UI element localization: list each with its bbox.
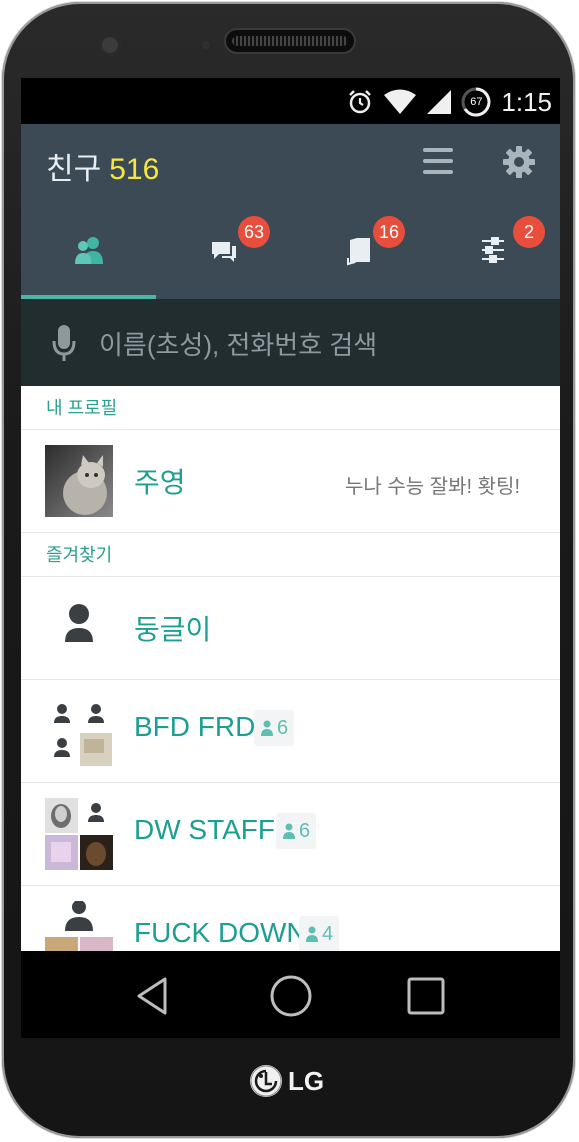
profile-name: 주영 — [134, 467, 186, 498]
sensor-dot — [202, 41, 210, 49]
list-item[interactable]: DW STAFF 6 — [21, 783, 560, 886]
member-count-badge: 6 — [254, 710, 295, 746]
person-icon — [261, 720, 273, 736]
search-input[interactable]: 이름(초성), 전화번호 검색 — [99, 325, 377, 362]
list-item[interactable]: 둥글이 — [21, 577, 560, 680]
lg-logo: LG — [250, 1065, 324, 1097]
title-label: 친구 — [46, 153, 102, 186]
back-button[interactable] — [129, 971, 179, 1021]
list-item[interactable]: BFD FRD 6 — [21, 680, 560, 783]
gear-icon — [503, 146, 535, 178]
tab-more[interactable]: 2 — [425, 216, 559, 299]
friend-count: 516 — [109, 153, 160, 186]
phone-frame: 67 1:15 친구 516 63 16 2 이름(초성), 전화번호 검색 내… — [2, 2, 575, 1138]
lg-logo-icon — [250, 1065, 282, 1097]
member-count-badge: 4 — [299, 916, 340, 951]
status-bar: 67 1:15 — [21, 78, 560, 124]
member-count: 6 — [277, 717, 289, 739]
person-icon — [283, 823, 295, 839]
front-camera — [99, 34, 121, 56]
tab-bar: 63 16 2 — [21, 216, 560, 299]
person-icon — [306, 926, 318, 942]
menu-button[interactable] — [423, 148, 453, 180]
wifi-icon — [384, 89, 417, 114]
member-count: 6 — [299, 820, 311, 842]
section-favorites: 즐겨찾기 — [21, 533, 560, 577]
favorite-name: 둥글이 — [134, 614, 212, 645]
favorite-name: BFD FRD — [134, 711, 256, 742]
member-count: 4 — [322, 923, 334, 945]
friend-list: 내 프로필 주영 누나 수능 잘봐! 홧팅! 즐겨찾기 둥글이 BFD FRD … — [21, 386, 560, 951]
menu-icon — [423, 148, 453, 174]
app-header: 친구 516 63 16 2 — [21, 124, 560, 299]
signal-icon — [427, 90, 452, 114]
book-icon — [347, 238, 370, 266]
home-icon — [270, 975, 312, 1017]
my-profile-row[interactable]: 주영 누나 수능 잘봐! 홧팅! — [21, 430, 560, 533]
tab-friends[interactable] — [21, 216, 156, 299]
channel-badge: 16 — [373, 216, 405, 248]
chats-badge: 63 — [238, 216, 270, 248]
group-avatar — [45, 798, 113, 870]
profile-photo-avatar[interactable] — [45, 445, 113, 517]
settings-button[interactable] — [501, 144, 537, 180]
status-message: 누나 수능 잘봐! 홧팅! — [345, 476, 520, 498]
page-title: 친구 516 — [46, 144, 159, 188]
section-my-profile: 내 프로필 — [21, 386, 560, 430]
recents-icon — [407, 977, 445, 1015]
favorite-name: FUCK DOWN — [134, 917, 307, 948]
sliders-icon — [482, 237, 504, 263]
battery-level: 67 — [470, 96, 483, 108]
more-badge: 2 — [513, 216, 545, 248]
back-icon — [137, 977, 167, 1015]
microphone-icon[interactable] — [51, 323, 77, 363]
screen: 67 1:15 친구 516 63 16 2 이름(초성), 전화번호 검색 내… — [21, 78, 560, 1038]
brand-name: LG — [288, 1065, 325, 1096]
battery-icon: 67 — [461, 87, 491, 117]
navigation-bar — [21, 951, 560, 1038]
member-count-badge: 6 — [276, 813, 317, 849]
alarm-icon — [349, 90, 372, 114]
favorite-name: DW STAFF — [134, 814, 276, 845]
chat-icon — [212, 242, 236, 262]
group-avatar — [45, 901, 113, 951]
friends-icon — [75, 237, 103, 264]
earpiece-speaker — [226, 30, 354, 52]
search-bar[interactable]: 이름(초성), 전화번호 검색 — [21, 299, 560, 386]
tab-channel[interactable]: 16 — [291, 216, 425, 299]
group-avatar — [54, 704, 112, 766]
list-item[interactable]: FUCK DOWN 4 — [21, 886, 560, 951]
default-person-avatar — [65, 604, 93, 642]
tab-chats[interactable]: 63 — [156, 216, 290, 299]
status-time: 1:15 — [501, 86, 552, 117]
home-button[interactable] — [266, 971, 316, 1021]
recents-button[interactable] — [401, 971, 451, 1021]
